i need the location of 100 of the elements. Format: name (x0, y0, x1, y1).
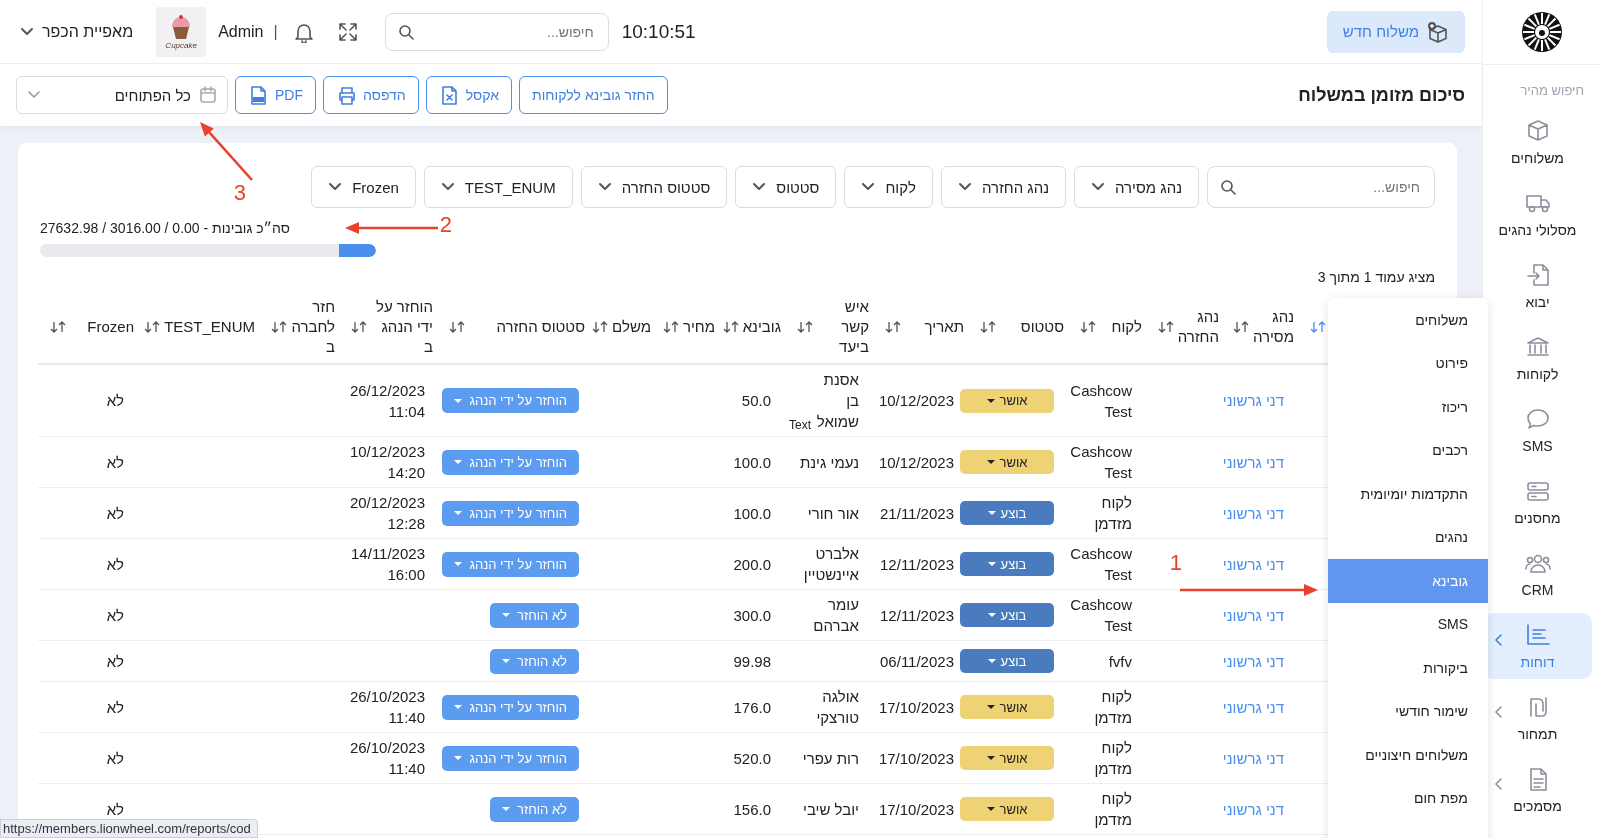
table-cell: 26/10/2023 11:40 (339, 732, 437, 784)
expand-icon[interactable] (336, 20, 359, 43)
action-button[interactable]: החזר גובינא ללקוחות (519, 76, 668, 114)
chevron-down-icon (328, 182, 343, 192)
column-header[interactable]: נהג החזרה (1177, 307, 1219, 347)
sort-icon[interactable] (1157, 320, 1174, 334)
chevron-down-icon (440, 182, 455, 192)
table-cell: 17/10/2023 (873, 681, 968, 733)
table-cell: 17/10/2023 (873, 732, 968, 784)
column-header[interactable]: TEST_ENUM (164, 317, 255, 337)
action-button[interactable]: PDF (235, 76, 316, 114)
action-button[interactable]: אקסל (425, 76, 513, 114)
caret-icon (454, 756, 463, 760)
sort-icon[interactable] (980, 320, 996, 334)
sort-icon[interactable] (797, 320, 813, 334)
sidebar-item[interactable]: משלוחים (1483, 109, 1592, 175)
caret-icon (986, 756, 995, 760)
table-cell: לקוח מזדמן (1068, 783, 1146, 835)
caret-icon (454, 562, 463, 566)
sort-icon[interactable] (885, 320, 901, 334)
table-cell: לא (38, 589, 138, 641)
annotation-arrow (200, 122, 253, 181)
search-field[interactable]: חיפוש... (1207, 166, 1435, 208)
filter-dropdown[interactable]: Frozen (311, 166, 416, 208)
filter-dropdown[interactable]: TEST_ENUM (423, 166, 573, 208)
printer-icon (336, 84, 357, 106)
table-cell: 10/12/2023 14:20 (339, 436, 437, 488)
column-header[interactable]: חזר לחברה ב (291, 297, 335, 357)
sort-icon[interactable] (351, 320, 367, 334)
column-header[interactable]: סטטוס (1020, 317, 1064, 337)
filter-dropdown[interactable]: לקוח (844, 166, 933, 208)
sort-icon[interactable] (144, 320, 161, 334)
search-icon (397, 23, 414, 40)
table-cell: 300.0 (719, 589, 785, 641)
sort-icon[interactable] (1310, 320, 1326, 334)
filter-dropdown[interactable]: סטטוס (735, 166, 837, 208)
table-cell: 20/12/2023 12:28 (339, 487, 437, 539)
table-cell: Cashcow Test (1068, 538, 1146, 590)
table-cell: 10/12/2023 (873, 436, 968, 488)
chevron-down-icon (597, 182, 612, 192)
caret-icon (987, 511, 996, 515)
table-cell: עומר אברהם (785, 589, 873, 641)
search-field[interactable]: חיפוש... (384, 12, 609, 51)
column-header[interactable]: הוחזר על ידי הנהג ב (371, 297, 433, 357)
sort-icon[interactable] (662, 320, 679, 334)
status-dropdown[interactable]: בוצע (960, 552, 1054, 576)
column-header[interactable]: איש קשר ביעד (829, 297, 869, 357)
column-header[interactable]: לקוח (1111, 317, 1142, 337)
sort-icon[interactable] (592, 320, 609, 334)
sort-icon[interactable] (1232, 320, 1249, 334)
search-icon (1220, 179, 1236, 195)
filter-dropdown[interactable]: נהג החזרה (940, 166, 1067, 208)
column-header[interactable]: מחיר (682, 317, 715, 337)
status-dropdown[interactable]: אושר (960, 695, 1054, 719)
table-cell: 176.0 (719, 681, 785, 733)
table-cell: לקוח מזדמן (1068, 732, 1146, 784)
column-header[interactable]: נהג מסירה (1252, 307, 1294, 347)
calendar-icon (199, 86, 217, 104)
column-header[interactable]: תאריך (924, 317, 964, 337)
status-dropdown[interactable]: אושר (960, 450, 1054, 474)
sort-icon[interactable] (449, 320, 465, 334)
action-button[interactable]: הדפסה (323, 76, 419, 114)
column-header[interactable]: גובינא (742, 317, 781, 337)
annotation-number: 3 (233, 180, 246, 205)
column-header[interactable]: Frozen (87, 317, 134, 337)
table-cell: אולגה טורצקי (785, 681, 873, 733)
separator-text: | (273, 22, 278, 41)
table-cell: 156.0 (719, 783, 785, 835)
status-dropdown[interactable]: אושר (960, 746, 1054, 770)
status-dropdown[interactable]: בוצע (960, 501, 1054, 525)
chevron-down-icon (957, 182, 972, 192)
user-name[interactable]: Admin (218, 22, 264, 41)
date-range-select[interactable]: כל הפתוחים (16, 76, 228, 114)
caret-icon (502, 613, 510, 617)
box-plus-icon (1427, 20, 1449, 43)
chevron-down-icon (752, 182, 767, 192)
filter-dropdown[interactable]: סטטוס החזרה (580, 166, 728, 208)
status-dropdown[interactable]: בוצע (960, 603, 1054, 627)
table-cell: לא (38, 538, 138, 590)
caret-icon (987, 562, 996, 566)
column-header[interactable]: משלם (612, 317, 651, 337)
sort-icon[interactable] (271, 320, 287, 334)
sidebar-item[interactable]: מסלולי נהגים (1483, 181, 1592, 247)
table-cell: רות עפרי (785, 732, 873, 784)
account-selector[interactable]: מאפיית הכפר (20, 22, 134, 41)
status-dropdown[interactable]: בוצע (960, 649, 1054, 673)
table-cell: 17/10/2023 (873, 783, 968, 835)
filter-dropdown[interactable]: נהג מסירה (1074, 166, 1199, 208)
sort-icon[interactable] (1080, 320, 1096, 334)
caret-icon (502, 807, 510, 811)
table-cell: 06/11/2023 (873, 640, 968, 682)
table-cell: אלברט איינשטיין (785, 538, 873, 590)
page-indicator: מציג עמוד 1 מתוך 3 (1316, 269, 1435, 285)
sort-icon[interactable] (722, 320, 739, 334)
column-header[interactable]: סטטוס החזרה (496, 317, 585, 337)
sort-icon[interactable] (50, 320, 66, 334)
status-dropdown[interactable]: אושר (960, 388, 1054, 413)
table-cell: Cashcow Test (1068, 589, 1146, 641)
caret-icon (987, 613, 996, 617)
status-dropdown[interactable]: אושר (960, 797, 1054, 821)
